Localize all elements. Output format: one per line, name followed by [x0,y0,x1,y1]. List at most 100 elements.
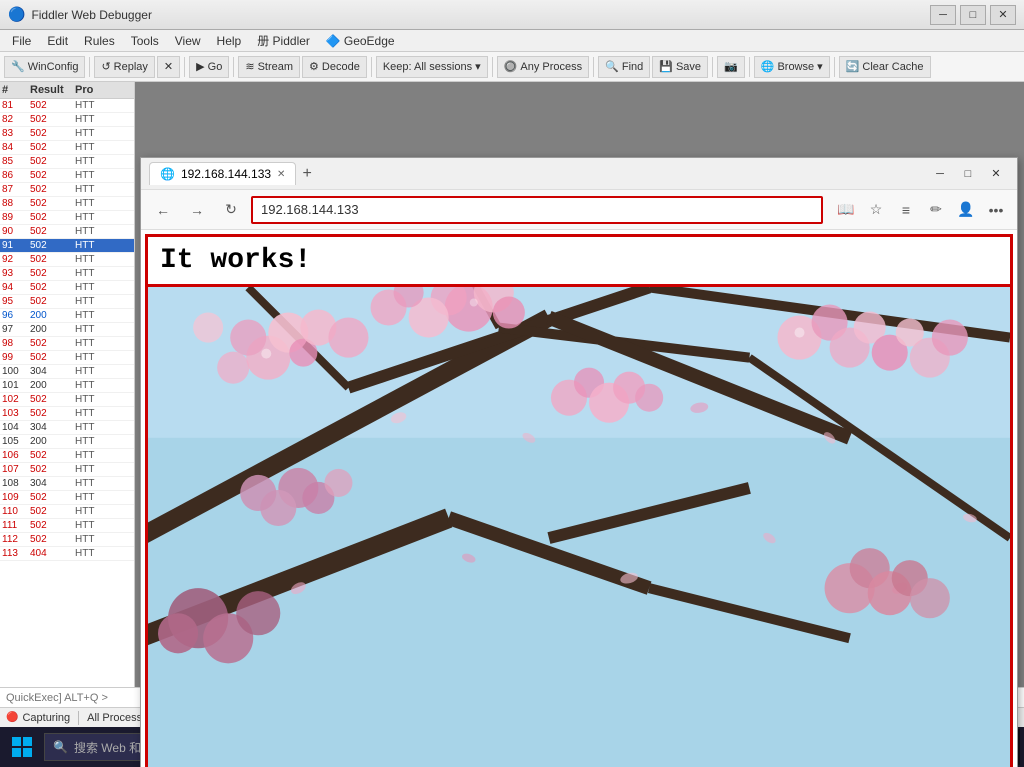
session-row[interactable]: 86 502 HTT [0,169,134,183]
any-process-button[interactable]: 🔘 Any Process [497,56,589,78]
row-result: 304 [30,478,75,489]
geoedge-icon: 🔷 [326,34,341,48]
close-button[interactable]: ✕ [990,5,1016,25]
row-result: 200 [30,324,75,335]
session-row[interactable]: 103 502 HTT [0,407,134,421]
menu-tools[interactable]: Tools [123,32,167,50]
new-tab-button[interactable]: + [296,165,317,183]
session-row[interactable]: 104 304 HTT [0,421,134,435]
minimize-button[interactable]: ─ [930,5,956,25]
row-proto: HTT [75,366,133,377]
session-row[interactable]: 105 200 HTT [0,435,134,449]
it-works-text: It works! [160,245,311,276]
row-result: 200 [30,380,75,391]
row-result: 502 [30,450,75,461]
menu-file[interactable]: File [4,32,39,50]
menu-rules[interactable]: Rules [76,32,123,50]
session-row[interactable]: 81 502 HTT [0,99,134,113]
session-row[interactable]: 94 502 HTT [0,281,134,295]
address-bar[interactable] [251,196,823,224]
row-result: 200 [30,310,75,321]
clear-cache-button[interactable]: 🔄 Clear Cache [839,56,931,78]
session-row[interactable]: 84 502 HTT [0,141,134,155]
menu-help[interactable]: Help [209,32,250,50]
session-row[interactable]: 100 304 HTT [0,365,134,379]
row-result: 502 [30,156,75,167]
session-row[interactable]: 112 502 HTT [0,533,134,547]
menu-view[interactable]: View [167,32,209,50]
session-row[interactable]: 106 502 HTT [0,449,134,463]
browse-button[interactable]: 🌐 Browse ▾ [754,56,830,78]
session-row[interactable]: 113 404 HTT [0,547,134,561]
browse-icon: 🌐 [761,60,775,73]
session-row[interactable]: 83 502 HTT [0,127,134,141]
session-row[interactable]: 97 200 HTT [0,323,134,337]
session-row[interactable]: 108 304 HTT [0,477,134,491]
save-icon: 💾 [659,60,673,73]
edit-button[interactable]: ✏ [923,197,949,223]
row-proto: HTT [75,212,133,223]
decode-button[interactable]: ⚙ Decode [302,56,367,78]
session-row[interactable]: 93 502 HTT [0,267,134,281]
session-row[interactable]: 89 502 HTT [0,211,134,225]
save-button[interactable]: 💾 Save [652,56,708,78]
session-row[interactable]: 96 200 HTT [0,309,134,323]
session-row[interactable]: 109 502 HTT [0,491,134,505]
browser-max-button[interactable]: □ [955,163,981,185]
session-row[interactable]: 82 502 HTT [0,113,134,127]
session-row[interactable]: 87 502 HTT [0,183,134,197]
browser-tab[interactable]: 🌐 192.168.144.133 ✕ [149,162,296,185]
find-button[interactable]: 🔍 Find [598,56,650,78]
start-button[interactable] [4,729,40,765]
session-row[interactable]: 107 502 HTT [0,463,134,477]
maximize-button[interactable]: □ [960,5,986,25]
session-row[interactable]: 99 502 HTT [0,351,134,365]
row-result: 304 [30,366,75,377]
row-result: 502 [30,198,75,209]
col-proto: Pro [75,84,133,96]
go-button[interactable]: ▶ Go [189,56,229,78]
more-button[interactable]: ••• [983,197,1009,223]
reader-view-button[interactable]: 📖 [833,197,859,223]
it-works-banner: It works! [145,234,1013,287]
row-proto: HTT [75,114,133,125]
session-row[interactable]: 98 502 HTT [0,337,134,351]
browser-min-button[interactable]: ─ [927,163,953,185]
session-row[interactable]: 101 200 HTT [0,379,134,393]
favorites-button[interactable]: ☆ [863,197,889,223]
profile-button[interactable]: 👤 [953,197,979,223]
x-button[interactable]: ✕ [157,56,180,78]
find-icon: 🔍 [605,60,619,73]
screenshot-button[interactable]: 📷 [717,56,745,78]
browser-close-button[interactable]: ✕ [983,163,1009,185]
row-proto: HTT [75,352,133,363]
row-proto: HTT [75,324,133,335]
menu-button[interactable]: ≡ [893,197,919,223]
session-row[interactable]: 102 502 HTT [0,393,134,407]
row-num: 100 [2,366,30,377]
session-row[interactable]: 91 502 HTT [0,239,134,253]
session-row[interactable]: 92 502 HTT [0,253,134,267]
session-row[interactable]: 111 502 HTT [0,519,134,533]
forward-button[interactable]: → [183,196,211,224]
back-button[interactable]: ← [149,196,177,224]
menu-edit[interactable]: Edit [39,32,76,50]
row-proto: HTT [75,184,133,195]
session-row[interactable]: 90 502 HTT [0,225,134,239]
session-row[interactable]: 110 502 HTT [0,505,134,519]
session-row[interactable]: 85 502 HTT [0,155,134,169]
menu-piddler[interactable]: 册 Piddler [249,30,318,51]
session-row[interactable]: 95 502 HTT [0,295,134,309]
menu-geoedge[interactable]: 🔷GeoEdge [318,32,403,50]
session-row[interactable]: 88 502 HTT [0,197,134,211]
refresh-button[interactable]: ↻ [217,196,245,224]
session-panel: # Result Pro 81 502 HTT 82 502 HTT 83 50… [0,82,135,687]
keep-sessions-button[interactable]: Keep: All sessions ▾ [376,56,488,78]
row-num: 85 [2,156,30,167]
row-proto: HTT [75,142,133,153]
winconfig-button[interactable]: 🔧 WinConfig [4,56,85,78]
row-num: 99 [2,352,30,363]
stream-button[interactable]: ≋ Stream [238,56,300,78]
tab-close-button[interactable]: ✕ [277,169,285,180]
replay-button[interactable]: ↺ Replay [94,56,154,78]
